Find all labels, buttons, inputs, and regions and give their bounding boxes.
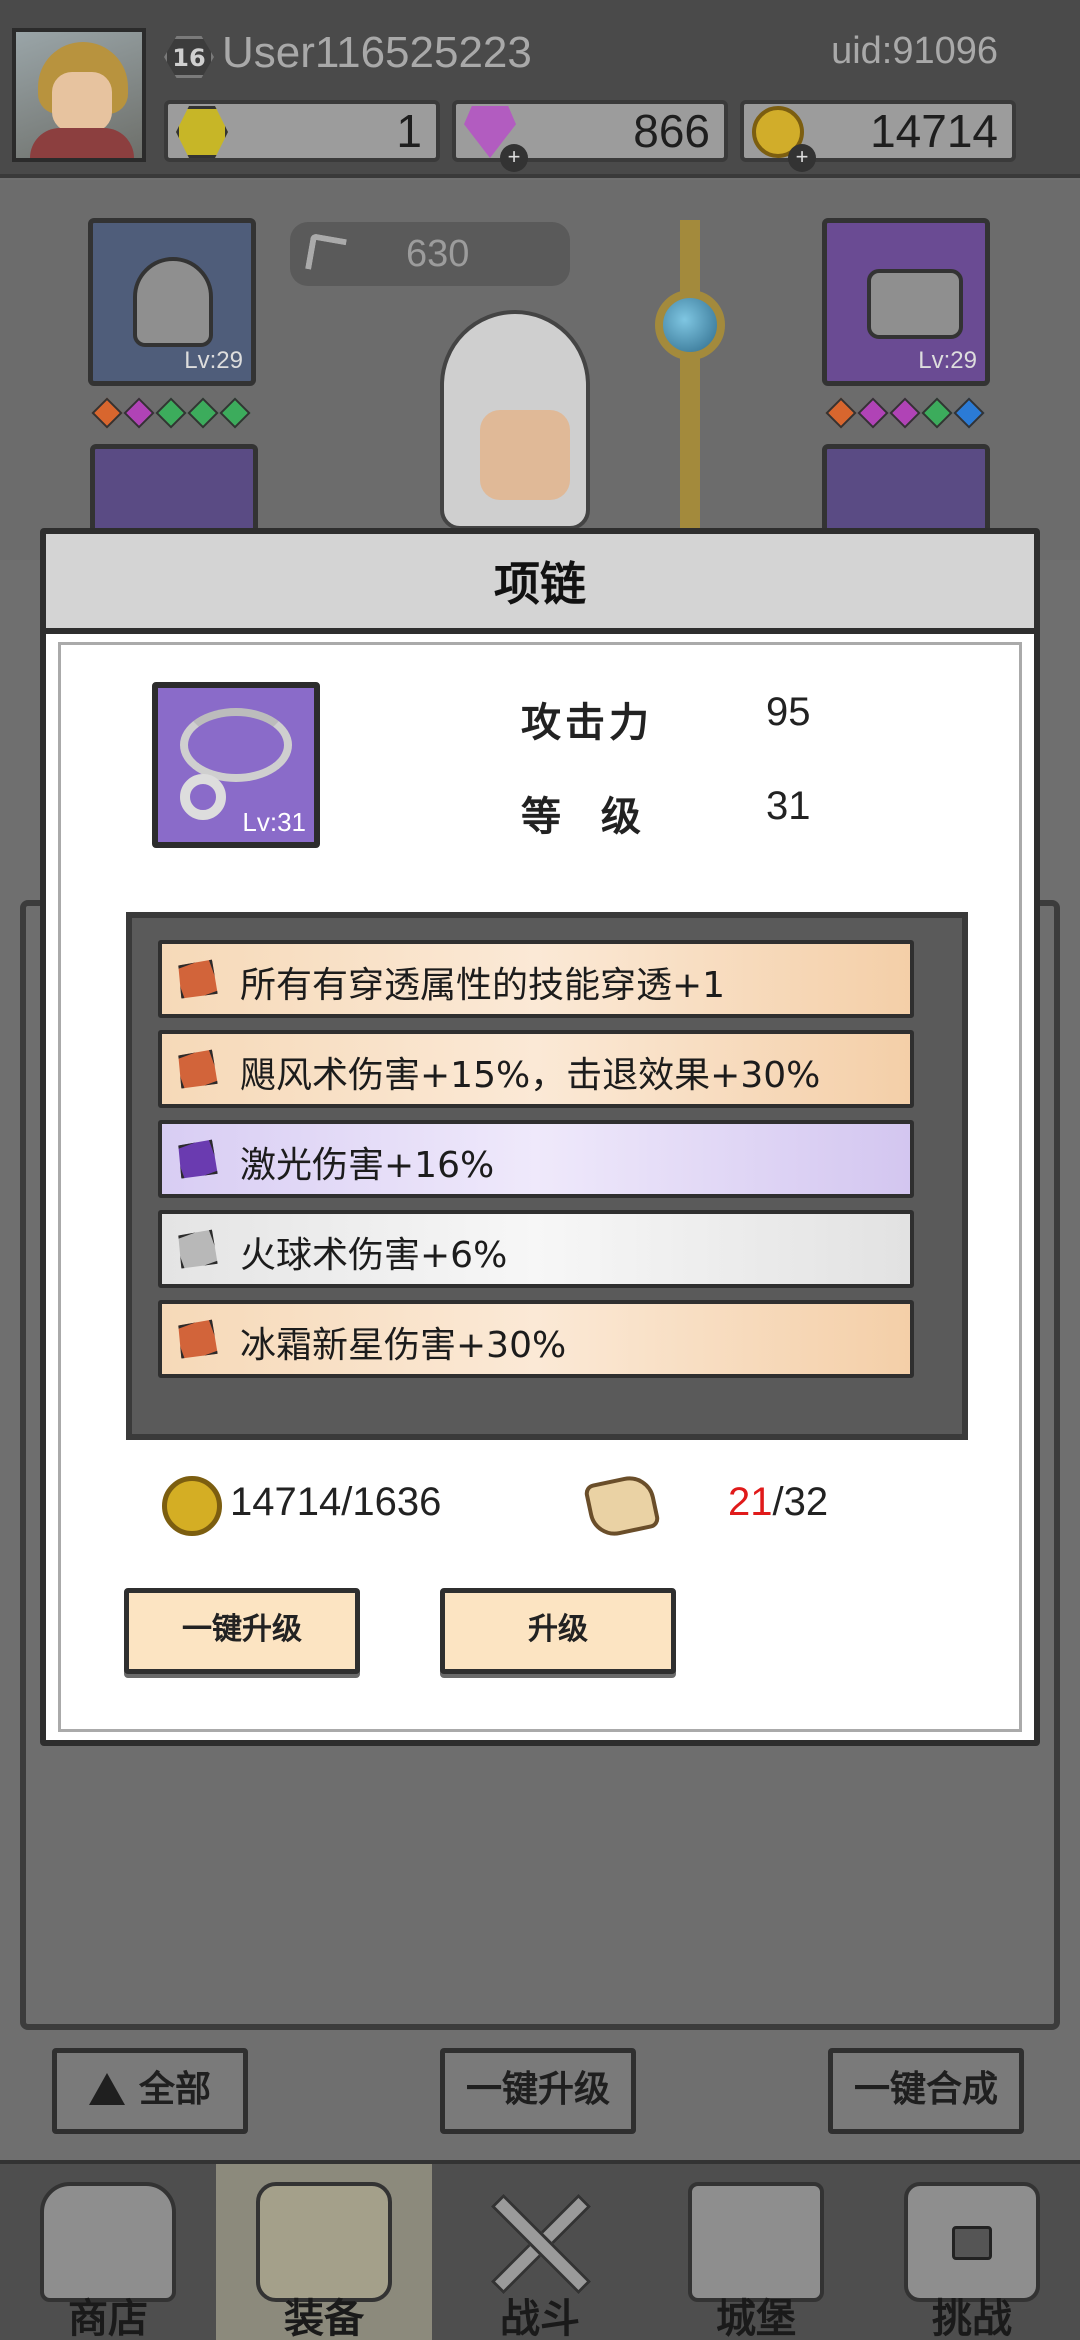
white-rune-icon <box>170 1224 223 1276</box>
nav-label: 战斗 <box>500 2296 580 2340</box>
stat-attack-label: 攻击力 <box>521 700 653 746</box>
gem-socket-icon <box>155 397 187 429</box>
sword-icon <box>305 233 347 275</box>
slot-level: Lv:29 <box>918 347 977 374</box>
bracer-icon <box>867 269 963 339</box>
affix-row: 激光伤害+16% <box>158 1120 914 1198</box>
filter-all-button[interactable]: 全部 <box>52 2048 248 2134</box>
combat-power-bar: 630 <box>290 222 570 286</box>
top-bar: 16 User116525223 uid:91096 1 + 866 + 147… <box>0 0 1080 178</box>
filter-all-label: 全部 <box>138 2069 211 2110</box>
affix-list: 所有有穿透属性的技能穿透+1 飓风术伤害+15%，击退效果+30% 激光伤害+1… <box>126 912 968 1440</box>
modal-title: 项链 <box>494 557 586 611</box>
player-uid: uid:91096 <box>831 30 998 72</box>
stat-level-label: 等 级 <box>521 794 645 840</box>
affix-row: 火球术伤害+6% <box>158 1210 914 1288</box>
add-gold-plus-icon[interactable]: + <box>788 144 816 172</box>
affix-text: 飓风术伤害+15%，击退效果+30% <box>240 1055 821 1096</box>
castle-tower-icon <box>688 2182 824 2302</box>
energy-icon <box>176 106 228 158</box>
gem-socket-icon <box>921 397 953 429</box>
hero-character <box>400 300 620 550</box>
gold-coin-icon <box>162 1476 222 1536</box>
bulk-upgrade-button[interactable]: 一键升级 <box>440 2048 636 2134</box>
one-click-upgrade-button[interactable]: 一键升级 <box>124 1588 360 1674</box>
nav-equipment[interactable]: 装备 <box>216 2164 432 2340</box>
purple-rune-icon <box>170 1134 223 1186</box>
equip-slot-bracer[interactable]: Lv:29 <box>822 218 990 386</box>
affix-row: 飓风术伤害+15%，击退效果+30% <box>158 1030 914 1108</box>
stat-level-value: 31 <box>766 784 811 828</box>
slot-gems-right <box>825 397 985 429</box>
player-avatar[interactable] <box>12 28 146 162</box>
gem-socket-icon <box>91 397 123 429</box>
nav-challenge[interactable]: 挑战 <box>864 2164 1080 2340</box>
orange-rune-icon <box>170 1314 223 1366</box>
necklace-chain-icon <box>180 708 292 782</box>
lock-icon <box>952 2226 992 2260</box>
gem-socket-icon <box>219 397 251 429</box>
gem-counter: + 866 <box>452 100 728 172</box>
nav-label: 城堡 <box>716 2296 796 2340</box>
affix-text: 激光伤害+16% <box>240 1145 495 1186</box>
player-username: User116525223 <box>222 28 532 77</box>
avatar-body <box>30 128 134 158</box>
nav-shop[interactable]: 商店 <box>0 2164 216 2340</box>
add-gems-plus-icon[interactable]: + <box>500 144 528 172</box>
gem-socket-icon <box>187 397 219 429</box>
affix-text: 冰霜新星伤害+30% <box>240 1325 567 1366</box>
combat-power-value: 630 <box>406 233 470 275</box>
equip-slot-hood[interactable]: Lv:29 <box>88 218 256 386</box>
scroll-have: 21 <box>728 1480 773 1524</box>
bulk-merge-button[interactable]: 一键合成 <box>828 2048 1024 2134</box>
backpack-icon <box>256 2182 392 2302</box>
affix-text: 所有有穿透属性的技能穿透+1 <box>240 965 726 1006</box>
nav-battle[interactable]: 战斗 <box>432 2164 648 2340</box>
player-level-badge: 16 <box>164 36 214 78</box>
item-detail-modal: 项链 Lv:31 攻击力 95 等 级 31 所有有穿透属性的技能穿透+1 飓风… <box>40 528 1040 1746</box>
nav-label: 商店 <box>68 2296 148 2340</box>
modal-header: 项链 <box>46 534 1034 634</box>
avatar-face <box>52 72 112 132</box>
affix-row: 所有有穿透属性的技能穿透+1 <box>158 940 914 1018</box>
orange-rune-icon <box>170 1044 223 1096</box>
orange-rune-icon <box>170 954 223 1006</box>
energy-value: 1 <box>396 105 422 157</box>
staff-orb <box>655 290 725 360</box>
necklace-item-icon: Lv:31 <box>152 682 320 848</box>
shop-house-icon <box>40 2182 176 2302</box>
scroll-need: /32 <box>772 1480 829 1524</box>
hood-icon <box>133 257 213 347</box>
affix-row: 冰霜新星伤害+30% <box>158 1300 914 1378</box>
gem-socket-icon <box>953 397 985 429</box>
nav-label: 装备 <box>284 2296 364 2340</box>
crossed-swords-icon <box>472 2182 608 2302</box>
slot-gems-left <box>91 397 251 429</box>
gold-counter: + 14714 <box>740 100 1016 172</box>
slot-level: Lv:29 <box>184 347 243 374</box>
gem-socket-icon <box>857 397 889 429</box>
hero-face <box>480 410 570 500</box>
upgrade-button[interactable]: 升级 <box>440 1588 676 1674</box>
filter-triangle-icon <box>88 2073 125 2105</box>
scroll-cost: 21/32 <box>728 1480 828 1550</box>
item-level: Lv:31 <box>242 807 306 837</box>
necklace-pendant-icon <box>180 774 226 820</box>
locked-gate-icon <box>904 2182 1040 2302</box>
gem-socket-icon <box>123 397 155 429</box>
gold-cost: 14714/1636 <box>230 1480 442 1524</box>
bottom-nav: 商店 装备 战斗 城堡 挑战 <box>0 2160 1080 2340</box>
gold-value: 14714 <box>870 105 998 157</box>
nav-castle[interactable]: 城堡 <box>648 2164 864 2340</box>
hero-staff <box>680 220 700 560</box>
gem-value: 866 <box>633 105 710 157</box>
energy-counter: 1 <box>164 100 440 162</box>
affix-text: 火球术伤害+6% <box>240 1235 508 1276</box>
gem-socket-icon <box>889 397 921 429</box>
nav-label: 挑战 <box>932 2296 1012 2340</box>
gem-socket-icon <box>825 397 857 429</box>
stat-attack-value: 95 <box>766 690 811 734</box>
